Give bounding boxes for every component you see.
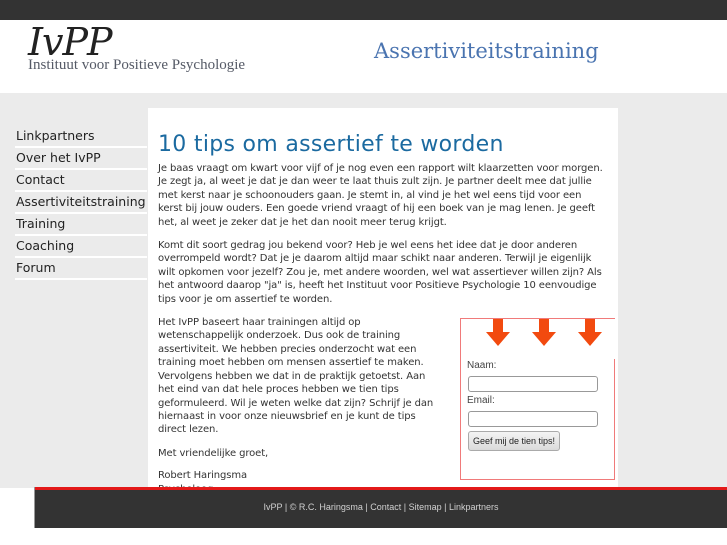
arrow-down-icon <box>486 319 510 347</box>
top-bar <box>0 0 727 20</box>
name-label: Naam: <box>467 360 497 372</box>
research-paragraph: Het IvPP baseert haar trainingen altijd … <box>158 317 434 436</box>
text-column: Het IvPP baseert haar trainingen altijd … <box>158 316 443 496</box>
footer-separator: | <box>282 502 290 512</box>
footer-link-linkpartners[interactable]: Linkpartners <box>449 502 499 512</box>
sidebar-item-forum[interactable]: Forum <box>15 258 147 280</box>
box-border-right <box>614 359 615 481</box>
sidebar-item-training[interactable]: Training <box>15 214 147 236</box>
greeting: Met vriendelijke groet, <box>158 447 269 459</box>
signature-name: Robert Haringsma <box>158 470 248 482</box>
header: IvPP Instituut voor Positieve Psychologi… <box>0 20 727 93</box>
sidebar-item-assertiviteitstraining[interactable]: Assertiviteitstraining <box>15 192 147 214</box>
email-input[interactable] <box>468 411 598 428</box>
footer-link-sitemap[interactable]: Sitemap <box>409 502 442 512</box>
intro-paragraph: Je baas vraagt om kwart voor vijf of je … <box>158 163 603 228</box>
main-content: 10 tips om assertief te worden Je baas v… <box>148 108 618 495</box>
footer: IvPP | © R.C. Haringsma | Contact | Site… <box>35 487 727 528</box>
sidebar-item-coaching[interactable]: Coaching <box>15 236 147 258</box>
arrow-down-icon <box>578 319 602 347</box>
email-label: Email: <box>467 395 495 407</box>
sidebar-item-over-het-ivpp[interactable]: Over het IvPP <box>15 148 147 170</box>
sidebar-item-linkpartners[interactable]: Linkpartners <box>15 126 147 148</box>
newsletter-signup-box: Naam: Email: Geef mij de tien tips! <box>460 318 615 481</box>
footer-link-ivpp[interactable]: IvPP <box>264 502 283 512</box>
footer-link-copyright[interactable]: © R.C. Haringsma <box>290 502 363 512</box>
page-title: 10 tips om assertief te worden <box>158 132 504 157</box>
signup-form: Naam: Email: Geef mij de tien tips! <box>467 359 607 452</box>
question-paragraph: Komt dit soort gedrag jou bekend voor? H… <box>158 240 602 305</box>
name-input[interactable] <box>468 376 598 393</box>
arrow-down-icon <box>532 319 556 347</box>
site-title: Assertiviteitstraining <box>374 39 599 63</box>
footer-links: IvPP | © R.C. Haringsma | Contact | Site… <box>35 502 727 512</box>
footer-separator: | <box>401 502 409 512</box>
lower-section: Het IvPP baseert haar trainingen altijd … <box>158 316 615 496</box>
footer-link-contact[interactable]: Contact <box>370 502 401 512</box>
footer-separator: | <box>441 502 449 512</box>
sidebar-nav: Linkpartners Over het IvPP Contact Asser… <box>15 126 147 280</box>
sidebar-item-contact[interactable]: Contact <box>15 170 147 192</box>
submit-button[interactable]: Geef mij de tien tips! <box>468 431 561 452</box>
logo-subtitle: Instituut voor Positieve Psychologie <box>28 57 246 73</box>
